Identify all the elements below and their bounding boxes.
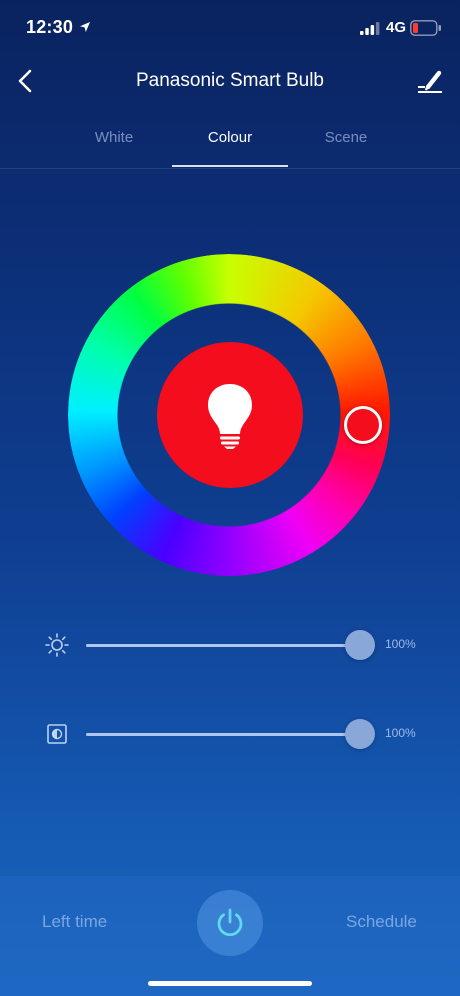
tab-white[interactable]: White xyxy=(56,116,172,166)
mode-tabs: White Colour Scene xyxy=(0,116,460,169)
network-type: 4G xyxy=(386,19,407,36)
signal-bars-icon xyxy=(360,22,380,35)
saturation-slider-fill xyxy=(86,733,360,736)
chevron-left-icon xyxy=(18,69,32,93)
brightness-value: 100% xyxy=(385,637,416,651)
left-time-button[interactable]: Left time xyxy=(42,912,107,932)
back-button[interactable] xyxy=(10,64,44,98)
brightness-slider-fill xyxy=(86,644,360,647)
status-bar: 12:30 4G xyxy=(0,0,460,56)
page-title: Panasonic Smart Bulb xyxy=(136,70,324,91)
edit-name-button[interactable] xyxy=(412,64,446,98)
brightness-slider-thumb[interactable] xyxy=(345,630,375,660)
brightness-slider-row: 100% xyxy=(0,625,460,665)
color-wheel-handle[interactable] xyxy=(344,406,382,444)
tab-colour[interactable]: Colour xyxy=(172,116,288,167)
saturation-slider-thumb[interactable] xyxy=(345,719,375,749)
location-arrow-icon xyxy=(80,22,90,32)
tab-scene[interactable]: Scene xyxy=(288,116,404,166)
bottom-bar: Left time Schedule xyxy=(0,876,460,996)
status-time: 12:30 xyxy=(26,17,74,37)
power-icon xyxy=(217,908,243,937)
saturation-value: 100% xyxy=(385,726,416,740)
light-bulb-icon xyxy=(208,384,252,449)
saturation-icon xyxy=(47,724,67,744)
home-indicator xyxy=(148,981,312,986)
battery-low-icon xyxy=(410,20,441,36)
saturation-slider-track[interactable] xyxy=(86,733,360,736)
pencil-icon xyxy=(418,70,442,93)
brightness-sun-icon xyxy=(45,633,69,657)
brightness-slider-track[interactable] xyxy=(86,644,360,647)
saturation-slider-row: 100% xyxy=(0,714,460,754)
schedule-button[interactable]: Schedule xyxy=(346,912,417,932)
power-button[interactable] xyxy=(197,890,263,956)
